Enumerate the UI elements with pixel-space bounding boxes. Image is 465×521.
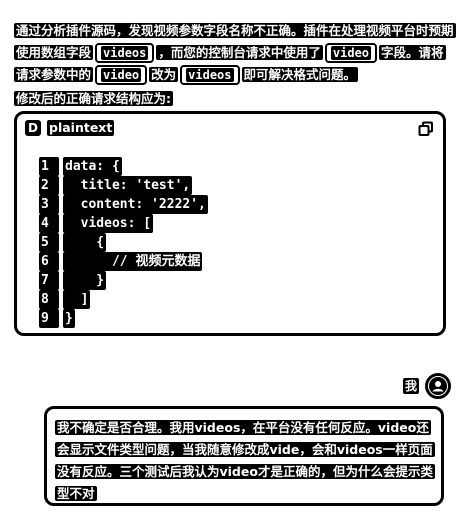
code-line: 5 {: [39, 233, 208, 252]
line-number: 3: [39, 195, 59, 214]
explanation-text-4: 改为: [149, 67, 179, 82]
inline-code-video-2: video: [95, 65, 148, 85]
avatar[interactable]: [425, 373, 451, 399]
code-text: }: [63, 271, 107, 290]
code-line: 3 content: '2222',: [39, 195, 208, 214]
user-message-text: 我不确定是否合理。我用videos，在平台没有任何反应。video还会显示文件类…: [55, 420, 435, 501]
code-text: ]: [63, 290, 91, 309]
copy-icon: [418, 121, 433, 136]
code-language-label: plaintext: [47, 120, 115, 136]
line-number: 5: [39, 233, 59, 252]
code-line: 7 }: [39, 271, 208, 290]
line-number: 8: [39, 290, 59, 309]
copy-code-button[interactable]: [417, 120, 435, 138]
code-line: 2 title: 'test',: [39, 176, 208, 195]
user-name: 我: [402, 378, 419, 394]
inline-code-video: video: [324, 43, 378, 63]
line-number: 2: [39, 176, 59, 195]
explanation-text-5: 即可解决格式问题。: [241, 67, 359, 82]
code-line: 8 ]: [39, 290, 208, 309]
code-line: 6 // 视频元数据: [39, 252, 208, 271]
line-number: 6: [39, 252, 59, 271]
code-lines: 1 data: { 2 title: 'test', 3 content: '22…: [39, 157, 208, 328]
code-text: // 视频元数据: [63, 252, 203, 271]
code-text: {: [63, 233, 107, 252]
assistant-explanation: 通过分析插件源码，发现视频参数字段名称不正确。插件在处理视频平台时预期使用数组字…: [14, 20, 456, 86]
line-number: 4: [39, 214, 59, 233]
code-line: 4 videos: [: [39, 214, 208, 233]
user-message-bubble: 我不确定是否合理。我用videos，在平台没有任何反应。video还会显示文件类…: [44, 406, 444, 506]
explanation-text-2: ，而您的控制台请求中使用了: [156, 45, 323, 60]
user-avatar-icon: [429, 377, 447, 395]
code-text: videos: [: [63, 214, 154, 233]
code-text: data: {: [63, 157, 122, 176]
code-block-header: D plaintext: [25, 120, 115, 136]
code-text: content: '2222',: [63, 195, 208, 214]
user-message-header: 我: [402, 373, 451, 399]
code-language-logo-icon: D: [25, 120, 41, 136]
code-line: 9}: [39, 309, 208, 328]
code-text: }: [63, 309, 75, 328]
code-intro: 修改后的正确请求结构应为:: [14, 90, 173, 108]
line-number: 1: [39, 157, 59, 176]
code-text: title: 'test',: [63, 176, 193, 195]
code-line: 1 data: {: [39, 157, 208, 176]
line-number: 7: [39, 271, 59, 290]
user-message: 我不确定是否合理。我用videos，在平台没有任何反应。video还会显示文件类…: [55, 417, 435, 505]
inline-code-videos-2: videos: [180, 65, 240, 85]
line-number: 9: [39, 309, 59, 328]
inline-code-videos: videos: [95, 43, 155, 63]
code-block: D plaintext 1 data: { 2 title: 'test', 3 …: [14, 111, 446, 336]
code-intro-text: 修改后的正确请求结构应为:: [14, 91, 173, 106]
